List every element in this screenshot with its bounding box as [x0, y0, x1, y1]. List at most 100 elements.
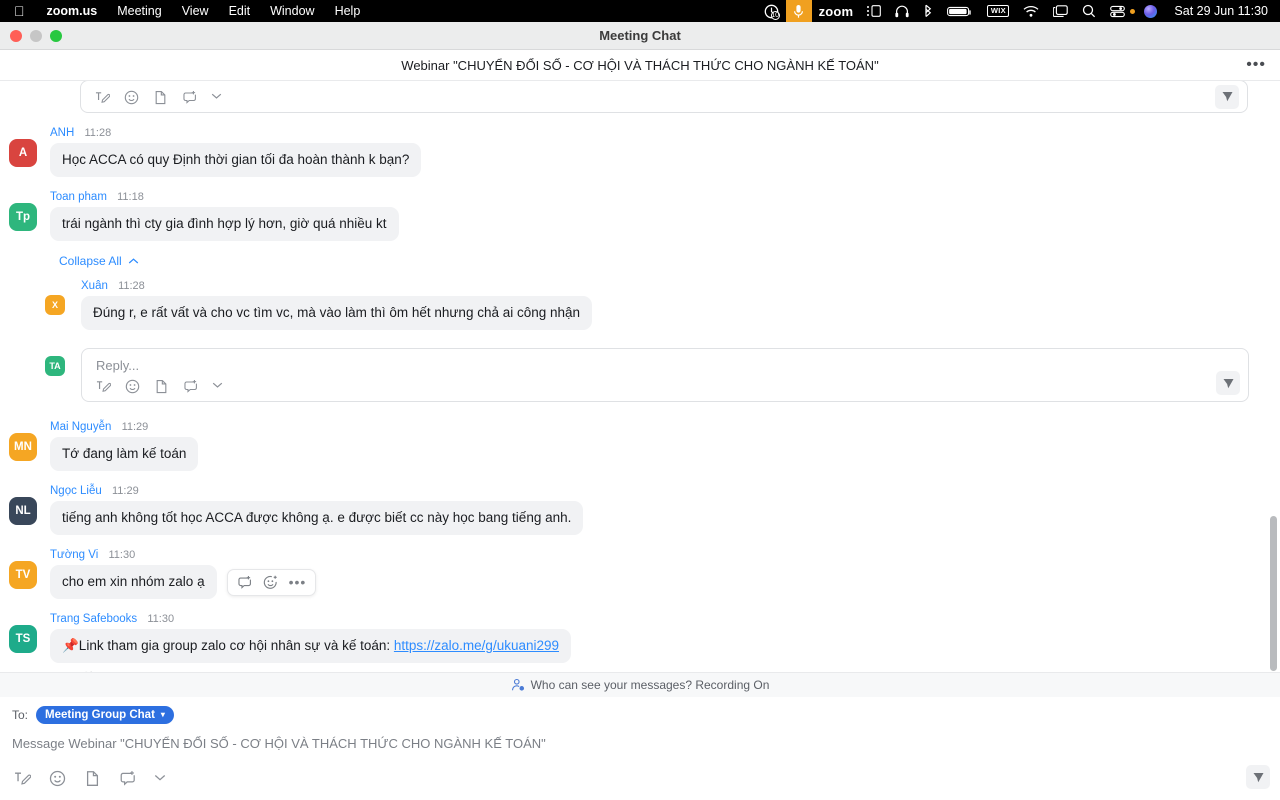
- reply-in-thread-icon[interactable]: [50, 671, 65, 672]
- add-reaction-icon[interactable]: [79, 671, 94, 672]
- file-attachment-icon[interactable]: [153, 90, 168, 105]
- reply-toolbar: [82, 373, 1248, 399]
- thread-reply-item[interactable]: X Xuân 11:28 Đúng r, e rất vất và cho vc…: [45, 279, 1280, 330]
- message-text-prefix: 📌Link tham gia group zalo cơ hội nhân sự…: [62, 638, 394, 653]
- send-arrow-icon[interactable]: [1216, 371, 1240, 395]
- chat-header: Webinar "CHUYỂN ĐỔI SỐ - CƠ HỘI VÀ THÁCH…: [0, 50, 1280, 81]
- message-author[interactable]: Mai Nguyễn: [50, 421, 111, 433]
- microphone-active-icon[interactable]: [785, 0, 812, 22]
- wix-icon[interactable]: WIX: [980, 0, 1016, 22]
- file-attachment-icon[interactable]: [84, 770, 101, 787]
- menu-item-meeting[interactable]: Meeting: [107, 4, 171, 18]
- battery-icon[interactable]: [940, 0, 980, 22]
- send-arrow-icon[interactable]: [1215, 84, 1239, 109]
- sidebar-list-icon[interactable]: [860, 0, 888, 22]
- apple-logo-icon[interactable]: : [10, 4, 37, 18]
- message-input[interactable]: Message Webinar "CHUYỂN ĐỔI SỐ - CƠ HỘI …: [0, 724, 1280, 751]
- message-composer[interactable]: To: Meeting Group Chat ▾ Message Webinar…: [0, 697, 1280, 797]
- wifi-icon[interactable]: [1016, 0, 1046, 22]
- message-text: cho em xin nhóm zalo ạ: [50, 565, 217, 599]
- collapse-all-label: Collapse All: [59, 254, 122, 268]
- avatar: TA: [45, 356, 65, 376]
- macos-menubar:  zoom.us Meeting View Edit Window Help …: [0, 0, 1280, 22]
- privacy-notice-bar[interactable]: Who can see your messages? Recording On: [0, 672, 1280, 697]
- emoji-icon[interactable]: [125, 379, 140, 394]
- header-more-options-icon[interactable]: •••: [1246, 57, 1266, 73]
- message-text: Đúng r, e rất vất và cho vc tìm vc, mà v…: [81, 296, 593, 330]
- file-attachment-icon[interactable]: [154, 379, 169, 394]
- thread-reply-composer-partial[interactable]: [80, 81, 1248, 113]
- message-item[interactable]: NL Ngọc Liễu 11:29 tiếng anh không tốt h…: [0, 484, 1280, 535]
- status-dot-icon: [1130, 8, 1136, 14]
- menu-item-edit[interactable]: Edit: [219, 4, 261, 18]
- privacy-notice-text[interactable]: Who can see your messages? Recording On: [531, 678, 770, 692]
- message-author[interactable]: Trang Safebooks: [50, 613, 137, 625]
- recipient-label: Meeting Group Chat: [45, 708, 155, 721]
- message-author[interactable]: Tường Vi: [50, 549, 98, 561]
- vertical-scrollbar[interactable]: [1270, 516, 1277, 671]
- format-text-icon[interactable]: [95, 90, 110, 105]
- who-can-see-icon: [511, 678, 525, 692]
- bluetooth-icon[interactable]: [916, 0, 940, 22]
- avatar: Tp: [9, 203, 37, 231]
- chevron-down-icon[interactable]: [211, 92, 222, 102]
- message-timestamp: 11:30: [147, 613, 175, 625]
- avatar: NL: [9, 497, 37, 525]
- chevron-up-icon[interactable]: [128, 254, 139, 268]
- message-hover-actions: •••: [226, 568, 317, 596]
- chevron-down-icon[interactable]: [212, 381, 223, 391]
- message-author[interactable]: Ngọc Liễu: [50, 485, 102, 497]
- recipient-dropdown[interactable]: Meeting Group Chat ▾: [36, 706, 174, 724]
- screenshot-icon[interactable]: [182, 90, 197, 105]
- menu-item-zoom-us[interactable]: zoom.us: [37, 4, 108, 18]
- more-options-icon[interactable]: •••: [289, 575, 307, 589]
- reply-in-thread-icon[interactable]: [237, 575, 252, 590]
- screenshot-icon[interactable]: [119, 770, 136, 787]
- spotlight-search-icon[interactable]: [1075, 0, 1103, 22]
- zoom-wordmark-icon[interactable]: zoom: [812, 0, 861, 22]
- add-reaction-icon[interactable]: [263, 575, 278, 590]
- siri-icon[interactable]: [1137, 0, 1164, 22]
- collapse-all-button[interactable]: Collapse All: [59, 254, 139, 268]
- thread-reply-composer[interactable]: TA Reply...: [45, 348, 1280, 402]
- reply-input[interactable]: Reply...: [82, 349, 1248, 373]
- zalo-group-link[interactable]: https://zalo.me/g/ukuani299: [394, 638, 559, 653]
- screen-mirroring-icon[interactable]: [1046, 0, 1075, 22]
- message-text: trái ngành thì cty gia đình hợp lý hơn, …: [50, 207, 399, 241]
- message-text: 📌Link tham gia group zalo cơ hội nhân sự…: [50, 629, 571, 663]
- message-item[interactable]: Tp Toan pham 11:18 trái ngành thì cty gi…: [0, 190, 1280, 402]
- menu-item-help[interactable]: Help: [325, 4, 371, 18]
- chevron-down-icon[interactable]: [154, 773, 166, 784]
- emoji-icon[interactable]: [124, 90, 139, 105]
- screenshot-icon[interactable]: [183, 379, 198, 394]
- control-center-icon[interactable]: [1103, 0, 1132, 22]
- timer-badge-10-icon[interactable]: 10: [757, 0, 786, 22]
- message-author[interactable]: Xuân: [81, 280, 108, 292]
- message-item[interactable]: A ANH 11:28 Học ACCA có quy Định thời gi…: [0, 126, 1280, 177]
- timer-badge-count: 10: [770, 10, 780, 20]
- message-item[interactable]: TS Trang Safebooks 11:30 📌Link tham gia …: [0, 612, 1280, 672]
- message-timestamp: 11:30: [108, 549, 136, 561]
- message-text: Học ACCA có quy Định thời gian tối đa ho…: [50, 143, 422, 177]
- format-text-icon[interactable]: [96, 379, 111, 394]
- format-text-icon[interactable]: [14, 770, 31, 787]
- message-text: Tớ đang làm kế toán: [50, 437, 199, 471]
- message-author[interactable]: ANH: [50, 127, 74, 139]
- menu-item-view[interactable]: View: [172, 4, 219, 18]
- message-item[interactable]: MN Mai Nguyễn 11:29 Tớ đang làm kế toán: [0, 420, 1280, 471]
- message-actions-row: •••: [50, 671, 1280, 673]
- menubar-clock[interactable]: Sat 29 Jun 11:30: [1164, 4, 1272, 18]
- page-title: Webinar "CHUYỂN ĐỔI SỐ - CƠ HỘI VÀ THÁCH…: [401, 57, 879, 73]
- message-item[interactable]: TV Tường Vi 11:30 cho em xin nhóm zalo ạ: [0, 548, 1280, 599]
- menu-item-window[interactable]: Window: [260, 4, 324, 18]
- message-timestamp: 11:28: [118, 280, 145, 292]
- send-arrow-icon[interactable]: [1246, 765, 1270, 789]
- headphones-icon[interactable]: [888, 0, 916, 22]
- recipient-row: To: Meeting Group Chat ▾: [0, 697, 1280, 724]
- avatar: X: [45, 295, 65, 315]
- message-list[interactable]: A ANH 11:28 Học ACCA có quy Định thời gi…: [0, 81, 1280, 672]
- message-author[interactable]: Toan pham: [50, 191, 107, 203]
- emoji-icon[interactable]: [49, 770, 66, 787]
- window-title: Meeting Chat: [599, 28, 681, 43]
- chevron-down-icon: ▾: [160, 709, 165, 719]
